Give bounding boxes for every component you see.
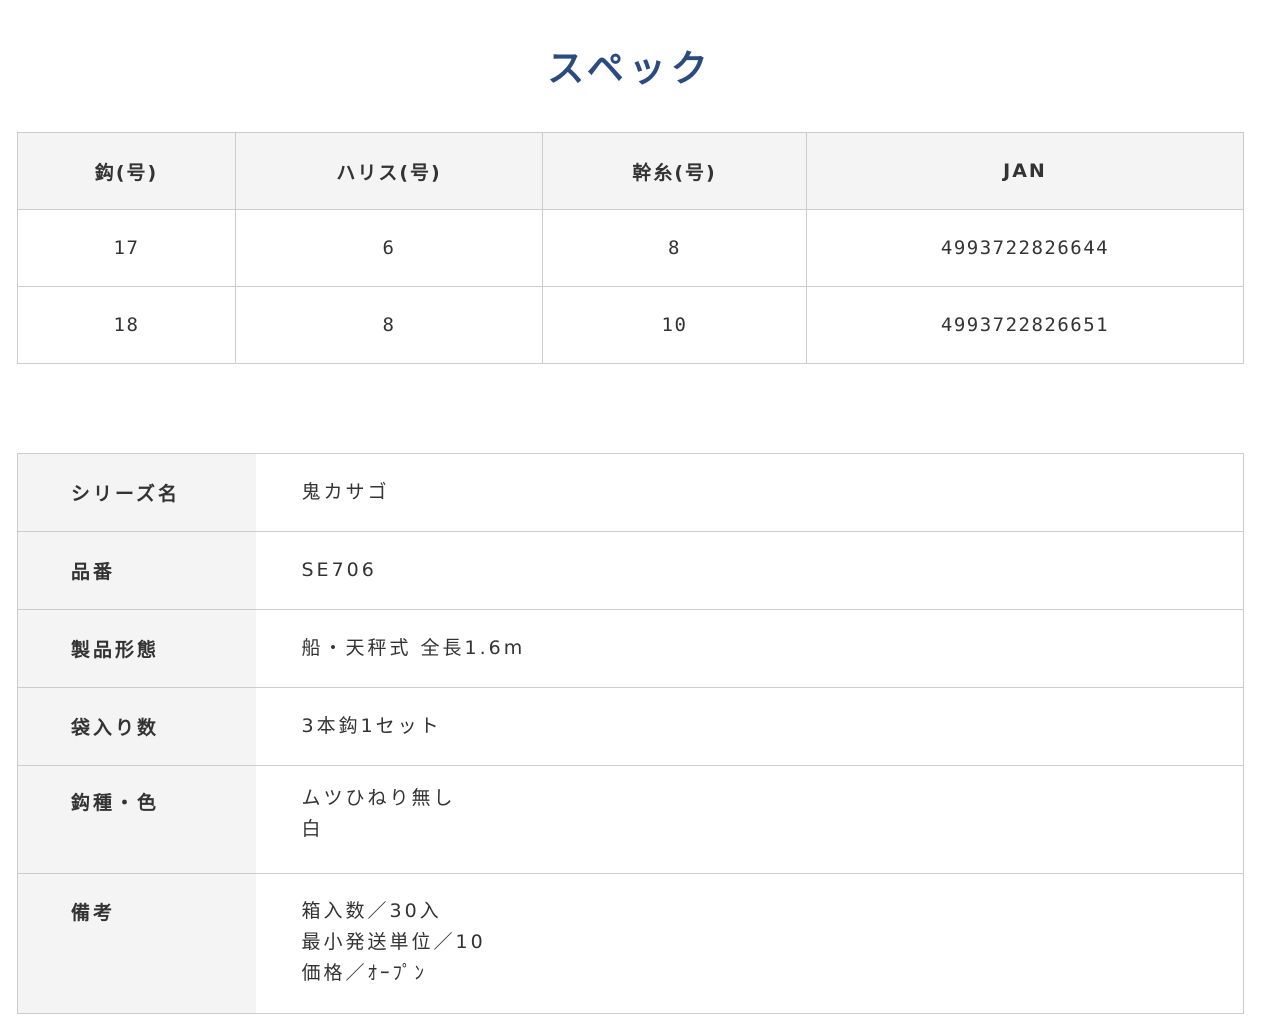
spec-table-header-row: 鈎(号) ハリス(号) 幹糸(号) JAN: [17, 132, 1244, 210]
cell-hook-size: 18: [17, 286, 236, 364]
cell-harris-size: 8: [235, 286, 543, 364]
detail-value-line: 船・天秤式 全長1.6m: [301, 637, 526, 659]
column-header-main-line-size: 幹糸(号): [542, 132, 807, 210]
detail-value-remarks: 箱入数／30入 最小発送単位／10 価格／ｵｰﾌﾟﾝ: [255, 873, 1244, 1014]
detail-value-hook-type-color: ムツひねり無し 白: [255, 765, 1244, 874]
detail-value-line: 最小発送単位／10: [301, 931, 486, 953]
page-title: スペック: [547, 46, 713, 90]
detail-label-bag-count: 袋入り数: [17, 687, 256, 766]
detail-label-series-name: シリーズ名: [17, 453, 256, 532]
spec-table: 鈎(号) ハリス(号) 幹糸(号) JAN 17 6 8 49937228266…: [17, 132, 1244, 364]
detail-row-product-number: 品番 SE706: [17, 531, 1244, 610]
detail-table: シリーズ名 鬼カサゴ 品番 SE706 製品形態 船・天秤式 全長1.6m 袋入…: [17, 453, 1244, 1014]
detail-value-line: SE706: [301, 559, 377, 581]
cell-jan: 4993722826644: [806, 209, 1244, 287]
cell-harris-size: 6: [235, 209, 543, 287]
detail-row-hook-type-color: 鈎種・色 ムツひねり無し 白: [17, 765, 1244, 874]
detail-value-line: 3本鈎1セット: [301, 715, 442, 737]
detail-value-product-number: SE706: [255, 531, 1244, 610]
detail-row-bag-count: 袋入り数 3本鈎1セット: [17, 687, 1244, 766]
table-row: 17 6 8 4993722826644: [17, 209, 1244, 287]
detail-row-series-name: シリーズ名 鬼カサゴ: [17, 453, 1244, 532]
column-header-hook-size: 鈎(号): [17, 132, 236, 210]
detail-value-line: 価格／ｵｰﾌﾟﾝ: [301, 962, 428, 984]
table-row: 18 8 10 4993722826651: [17, 286, 1244, 364]
column-header-jan: JAN: [806, 132, 1244, 210]
cell-main-line-size: 10: [542, 286, 807, 364]
cell-jan: 4993722826651: [806, 286, 1244, 364]
detail-value-bag-count: 3本鈎1セット: [255, 687, 1244, 766]
cell-hook-size: 17: [17, 209, 236, 287]
detail-value-series-name: 鬼カサゴ: [255, 453, 1244, 532]
detail-label-hook-type-color: 鈎種・色: [17, 765, 256, 874]
detail-value-line: 鬼カサゴ: [301, 481, 390, 503]
detail-label-remarks: 備考: [17, 873, 256, 1014]
detail-label-product-form: 製品形態: [17, 609, 256, 688]
detail-value-line: 箱入数／30入: [301, 900, 442, 922]
detail-row-product-form: 製品形態 船・天秤式 全長1.6m: [17, 609, 1244, 688]
detail-value-line: 白: [301, 818, 324, 840]
detail-value-product-form: 船・天秤式 全長1.6m: [255, 609, 1244, 688]
detail-value-line: ムツひねり無し: [301, 787, 456, 809]
cell-main-line-size: 8: [542, 209, 807, 287]
column-header-harris-size: ハリス(号): [235, 132, 543, 210]
detail-label-product-number: 品番: [17, 531, 256, 610]
detail-row-remarks: 備考 箱入数／30入 最小発送単位／10 価格／ｵｰﾌﾟﾝ: [17, 873, 1244, 1014]
